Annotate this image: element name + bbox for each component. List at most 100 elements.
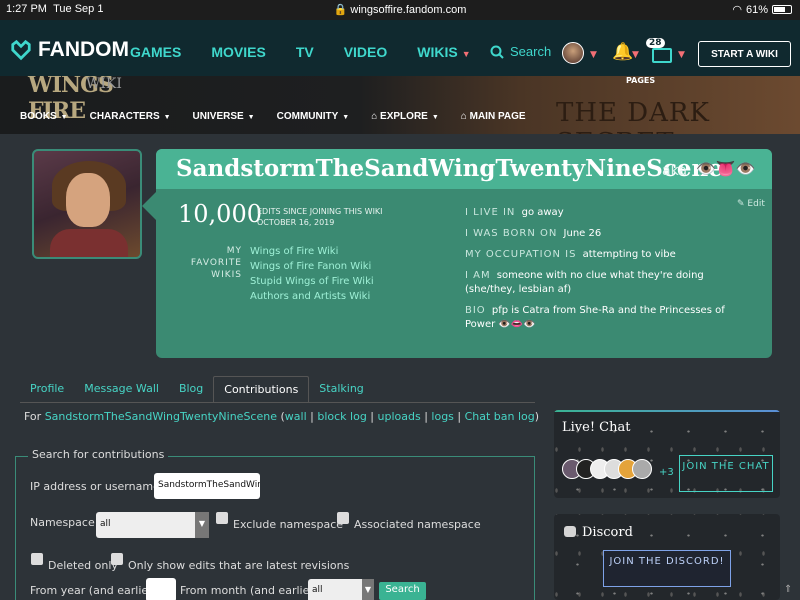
year-input[interactable] xyxy=(146,578,176,600)
chevron-down-icon: ▼ xyxy=(247,114,255,121)
tab-message-wall[interactable]: Message Wall xyxy=(74,376,169,403)
favorite-wikis-list: Wings of Fire Wiki Wings of Fire Fanon W… xyxy=(250,244,374,304)
nav-explore[interactable]: ⌂ EXPLORE ▼ xyxy=(371,111,439,122)
tab-blog[interactable]: Blog xyxy=(169,376,213,403)
chevron-down-icon: ▼ xyxy=(195,512,209,538)
profile-facts: I LIVE IN go away I WAS BORN ON June 26 … xyxy=(465,206,755,339)
associated-namespace-label: Associated namespace xyxy=(354,518,481,531)
chat-ban-log-link[interactable]: Chat ban log xyxy=(465,410,535,423)
bell-icon[interactable]: 🔔 xyxy=(612,42,633,62)
user-link[interactable]: SandstormTheSandWingTwentyNineScene xyxy=(45,410,277,423)
tab-stalking[interactable]: Stalking xyxy=(309,376,373,403)
battery-icon xyxy=(772,5,792,14)
chevron-down-icon[interactable]: ▼ xyxy=(678,50,685,60)
fact-row: MY OCCUPATION IS attempting to vibe xyxy=(465,249,676,260)
uploads-link[interactable]: uploads xyxy=(378,410,421,423)
edit-count: 10,000 xyxy=(178,200,262,228)
chevron-down-icon[interactable]: ▼ xyxy=(590,50,597,60)
chat-more-count: +3 xyxy=(659,467,674,478)
tab-profile[interactable]: Profile xyxy=(20,376,74,403)
nav-community[interactable]: COMMUNITY ▼ xyxy=(277,111,350,122)
nav-tv[interactable]: TV xyxy=(296,44,314,60)
fact-row: BIO pfp is Catra from She-Ra and the Pri… xyxy=(465,305,725,330)
nav-wikis[interactable]: WIKIS ▼ xyxy=(417,44,470,60)
scroll-top-icon[interactable]: ⇑ xyxy=(784,584,792,595)
namespace-label: Namespace: xyxy=(30,516,99,529)
nav-video[interactable]: VIDEO xyxy=(344,44,388,60)
chevron-down-icon[interactable]: ▼ xyxy=(632,50,639,60)
chevron-down-icon: ▼ xyxy=(163,114,171,121)
fandom-logo[interactable]: FANDOM xyxy=(10,38,129,62)
community-header: WINGSFIRE WIKI PAGES THE DARK SECRET BOO… xyxy=(0,76,800,134)
tab-contributions[interactable]: Contributions xyxy=(213,376,310,403)
tab-divider xyxy=(20,402,535,403)
profile-avatar[interactable] xyxy=(32,149,142,259)
favorite-wikis-label: MY FAVORITE WIKIS xyxy=(190,246,242,280)
envelope-icon[interactable] xyxy=(652,48,672,63)
fandom-global-nav: FANDOM GAMES MOVIES TV VIDEO WIKIS ▼ Sear… xyxy=(0,20,800,76)
address-bar[interactable]: 🔒 wingsoffire.fandom.com xyxy=(0,3,800,16)
status-bar: 1:27 PM Tue Sep 1 🔒 wingsoffire.fandom.c… xyxy=(0,0,800,20)
ip-label: IP address or username: xyxy=(30,480,164,493)
search-button[interactable]: Search xyxy=(490,44,551,59)
nav-movies[interactable]: MOVIES xyxy=(211,44,265,60)
nav-books[interactable]: BOOKS ▼ xyxy=(20,111,68,122)
search-submit-button[interactable]: Search xyxy=(379,582,426,600)
wiki-logo-suffix: WIKI xyxy=(86,76,122,92)
chevron-down-icon: ▼ xyxy=(60,114,68,121)
pages-label: PAGES xyxy=(626,76,656,85)
wall-link[interactable]: wall xyxy=(285,410,307,423)
favorite-wiki-link[interactable]: Authors and Artists Wiki xyxy=(250,289,374,304)
deleted-only-label: Deleted only xyxy=(48,559,118,572)
status-right: ◠ 61% xyxy=(732,3,792,16)
nav-games[interactable]: GAMES xyxy=(130,44,181,60)
profile-username: SandstormTheSandWingTwentyNineScene xyxy=(176,155,723,182)
user-avatar[interactable] xyxy=(562,42,584,64)
chevron-down-icon: ▼ xyxy=(342,114,350,121)
fandom-nav: GAMES MOVIES TV VIDEO WIKIS ▼ xyxy=(130,44,471,60)
chevron-down-icon: ▼ xyxy=(431,114,439,121)
year-label: From year (and earlier): xyxy=(30,584,161,597)
home-icon: ⌂ xyxy=(460,111,470,122)
fact-row: I LIVE IN go away xyxy=(465,207,564,218)
favorite-wiki-link[interactable]: Wings of Fire Wiki xyxy=(250,244,374,259)
favorite-wiki-link[interactable]: Stupid Wings of Fire Wiki xyxy=(250,274,374,289)
associated-namespace-checkbox[interactable] xyxy=(337,512,349,524)
profile-aka-label: aka xyxy=(662,163,688,179)
nav-characters[interactable]: CHARACTERS ▼ xyxy=(90,111,171,122)
namespace-select[interactable]: all ▼ xyxy=(96,512,209,538)
explore-icon: ⌂ xyxy=(371,111,381,122)
notification-badge: 28 xyxy=(646,38,665,48)
join-chat-button[interactable]: JOIN THE CHAT xyxy=(679,455,773,492)
discord-icon xyxy=(564,526,576,537)
nav-universe[interactable]: UNIVERSE ▼ xyxy=(193,111,255,122)
start-a-wiki-button[interactable]: START A WIKI xyxy=(698,41,791,67)
live-chat-title: Live! Chat xyxy=(562,420,631,435)
month-label: From month (and earlier): xyxy=(180,584,322,597)
fact-row: I AM someone with no clue what they're d… xyxy=(465,270,704,295)
block-log-link[interactable]: block log xyxy=(317,410,366,423)
fandom-heart-icon xyxy=(11,39,31,61)
chat-user-avatars[interactable] xyxy=(562,459,652,479)
logs-link[interactable]: logs xyxy=(431,410,454,423)
form-legend: Search for contributions xyxy=(28,448,169,461)
exclude-namespace-label: Exclude namespace xyxy=(233,518,344,531)
latest-revisions-label: Only show edits that are latest revision… xyxy=(128,559,350,572)
fact-row: I WAS BORN ON June 26 xyxy=(465,228,602,239)
favorite-wiki-link[interactable]: Wings of Fire Fanon Wiki xyxy=(250,259,374,274)
deleted-only-checkbox[interactable] xyxy=(31,553,43,565)
masthead-title: SandstormTheSandWingTwentyNineScene aka … xyxy=(156,149,772,189)
profile-aka-emoji: 👁️👅👁️ xyxy=(696,159,756,178)
edit-count-label: EDITS SINCE JOINING THIS WIKI OCTOBER 16,… xyxy=(257,207,383,227)
chevron-down-icon: ▼ xyxy=(461,49,471,59)
banner-text: THE DARK SECRET xyxy=(556,98,710,134)
join-discord-button[interactable]: JOIN THE DISCORD! xyxy=(603,550,731,587)
community-nav: BOOKS ▼ CHARACTERS ▼ UNIVERSE ▼ COMMUNITY ▼ … xyxy=(20,111,526,122)
month-select[interactable]: all ▼ xyxy=(308,579,374,600)
latest-revisions-checkbox[interactable] xyxy=(111,553,123,565)
profile-tabs: Profile Message Wall Blog Contributions … xyxy=(20,376,374,403)
exclude-namespace-checkbox[interactable] xyxy=(216,512,228,524)
contributions-for-line: For SandstormTheSandWingTwentyNineScene … xyxy=(24,410,540,423)
username-input[interactable]: SandstormTheSandWing xyxy=(154,473,260,499)
nav-main-page[interactable]: ⌂ MAIN PAGE xyxy=(461,111,526,122)
